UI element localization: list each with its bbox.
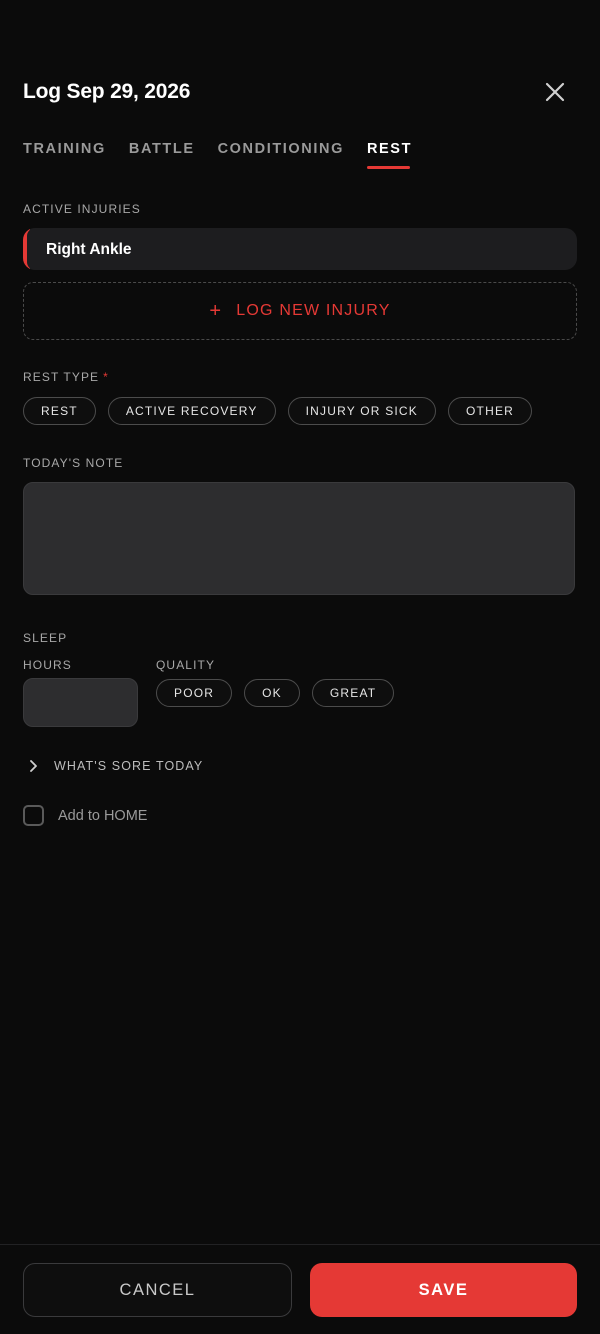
tab-battle[interactable]: BATTLE [129, 141, 195, 169]
plus-icon: + [209, 299, 223, 322]
rest-type-label: REST TYPE * [23, 370, 109, 384]
todays-note-label: TODAY'S NOTE [23, 456, 124, 470]
page-title: Log Sep 29, 2026 [23, 80, 191, 103]
todays-note-field[interactable] [23, 482, 575, 595]
rest-type-chip-injury-or-sick[interactable]: INJURY OR SICK [287, 397, 437, 425]
rest-type-chip-active-recovery[interactable]: ACTIVE RECOVERY [107, 397, 276, 425]
footer: CANCEL SAVE [0, 1244, 600, 1334]
close-icon[interactable] [543, 80, 567, 104]
add-to-home-checkbox[interactable] [23, 805, 44, 826]
log-screen: Log Sep 29, 2026 TRAINING BATTLE CONDITI… [0, 0, 600, 1334]
sleep-quality-chip-ok[interactable]: OK [244, 679, 300, 707]
sleep-label: SLEEP [23, 631, 68, 645]
chevron-right-icon [30, 760, 37, 772]
add-to-home-label: Add to HOME [58, 807, 148, 824]
required-mark: * [103, 370, 109, 384]
whats-sore-toggle[interactable]: WHAT'S SORE TODAY [23, 756, 203, 776]
tab-training[interactable]: TRAINING [23, 141, 106, 169]
header: Log Sep 29, 2026 [23, 78, 577, 110]
rest-type-chip-other[interactable]: OTHER [448, 397, 533, 425]
cancel-button[interactable]: CANCEL [23, 1263, 292, 1317]
sleep-hours-label: HOURS [23, 658, 72, 672]
rest-type-chip-rest[interactable]: REST [23, 397, 96, 425]
log-new-injury-button[interactable]: + LOG NEW INJURY [23, 282, 577, 340]
sleep-quality-chip-poor[interactable]: POOR [156, 679, 233, 707]
tab-rest[interactable]: REST [366, 141, 412, 169]
add-to-home-checkbox-row[interactable]: Add to HOME [23, 805, 147, 826]
sleep-quality-label: QUALITY [156, 658, 216, 672]
tab-conditioning[interactable]: CONDITIONING [218, 141, 344, 169]
tab-bar: TRAINING BATTLE CONDITIONING REST [23, 141, 435, 169]
whats-sore-label: WHAT'S SORE TODAY [54, 759, 204, 773]
sleep-hours-field[interactable] [23, 678, 138, 727]
save-button[interactable]: SAVE [310, 1263, 577, 1317]
injury-card[interactable]: Right Ankle [23, 228, 577, 270]
todays-note-input[interactable] [24, 483, 574, 594]
active-injuries-label: ACTIVE INJURIES [23, 202, 141, 216]
rest-type-options: REST ACTIVE RECOVERY INJURY OR SICK OTHE… [23, 397, 544, 425]
sleep-hours-input[interactable] [24, 679, 137, 726]
sleep-quality-chip-great[interactable]: GREAT [311, 679, 395, 707]
close-button[interactable] [543, 80, 567, 104]
sleep-quality-options: POOR OK GREAT [156, 679, 406, 707]
injury-name: Right Ankle [46, 241, 132, 258]
log-new-injury-label: LOG NEW INJURY [236, 302, 391, 319]
